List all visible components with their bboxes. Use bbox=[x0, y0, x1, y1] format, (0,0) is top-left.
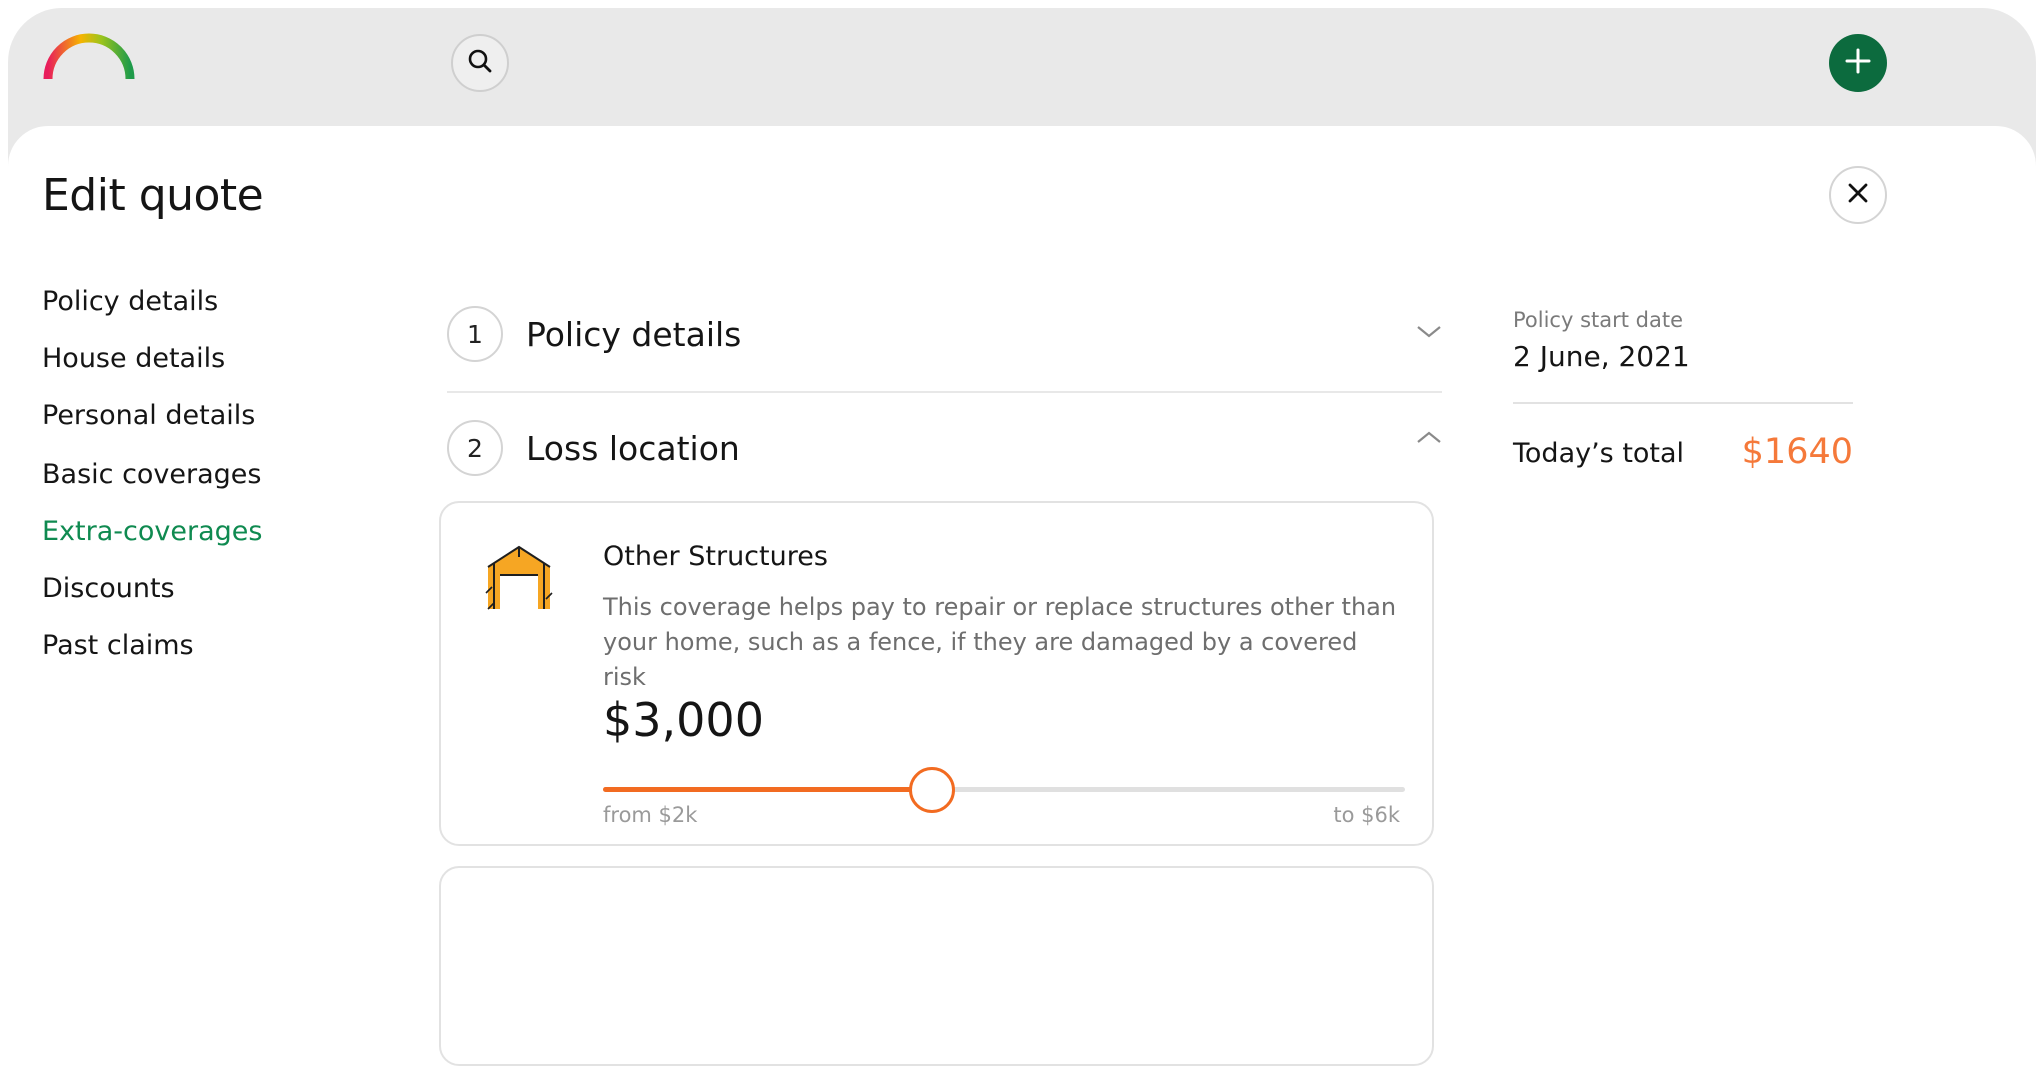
nav-item-policy-details[interactable]: Policy details bbox=[42, 286, 218, 317]
chevron-up-icon[interactable] bbox=[1416, 428, 1442, 446]
page-title: Edit quote bbox=[42, 170, 264, 221]
slider-handle[interactable] bbox=[908, 767, 955, 813]
quote-summary: Policy start date 2 June, 2021 Today’s t… bbox=[1513, 308, 1853, 472]
nav-item-past-claims[interactable]: Past claims bbox=[42, 630, 194, 661]
next-coverage-card bbox=[439, 866, 1434, 1066]
step-divider bbox=[447, 391, 1442, 393]
todays-total-label: Today’s total bbox=[1513, 438, 1685, 469]
slider-max-label: to $6k bbox=[1333, 803, 1400, 827]
policy-start-date-label: Policy start date bbox=[1513, 308, 1684, 332]
gauge-arc-logo[interactable] bbox=[42, 33, 136, 83]
slider-min-label: from $2k bbox=[603, 803, 698, 827]
nav-item-house-details[interactable]: House details bbox=[42, 343, 225, 374]
coverage-amount: $3,000 bbox=[603, 693, 764, 747]
nav-item-personal-details[interactable]: Personal details bbox=[42, 400, 255, 431]
coverage-card-other-structures: Other Structures This coverage helps pay… bbox=[439, 501, 1434, 846]
nav-item-discounts[interactable]: Discounts bbox=[42, 573, 175, 604]
nav-item-extra-coverages[interactable]: Extra-coverages bbox=[42, 516, 262, 547]
nav-item-basic-coverages[interactable]: Basic coverages bbox=[42, 459, 261, 490]
step-policy-details[interactable]: 1 Policy details bbox=[447, 306, 1442, 406]
policy-start-date: 2 June, 2021 bbox=[1513, 340, 1690, 373]
structure-icon bbox=[484, 543, 554, 615]
coverage-amount-slider[interactable] bbox=[603, 767, 1405, 813]
search-button[interactable] bbox=[451, 34, 509, 92]
close-icon bbox=[1847, 182, 1869, 208]
step-number: 2 bbox=[447, 420, 503, 476]
step-title: Loss location bbox=[526, 429, 740, 468]
coverage-title: Other Structures bbox=[603, 541, 828, 572]
search-icon bbox=[467, 48, 493, 78]
todays-total-value: $1640 bbox=[1741, 432, 1853, 472]
step-title: Policy details bbox=[526, 315, 742, 354]
add-button[interactable] bbox=[1829, 34, 1887, 92]
summary-divider bbox=[1513, 402, 1853, 404]
step-number: 1 bbox=[447, 306, 503, 362]
chevron-down-icon[interactable] bbox=[1416, 322, 1442, 340]
coverage-description: This coverage helps pay to repair or rep… bbox=[603, 593, 1397, 691]
slider-fill bbox=[603, 787, 932, 792]
plus-icon bbox=[1844, 47, 1872, 79]
top-bar bbox=[8, 8, 2036, 126]
close-button[interactable] bbox=[1829, 166, 1887, 224]
